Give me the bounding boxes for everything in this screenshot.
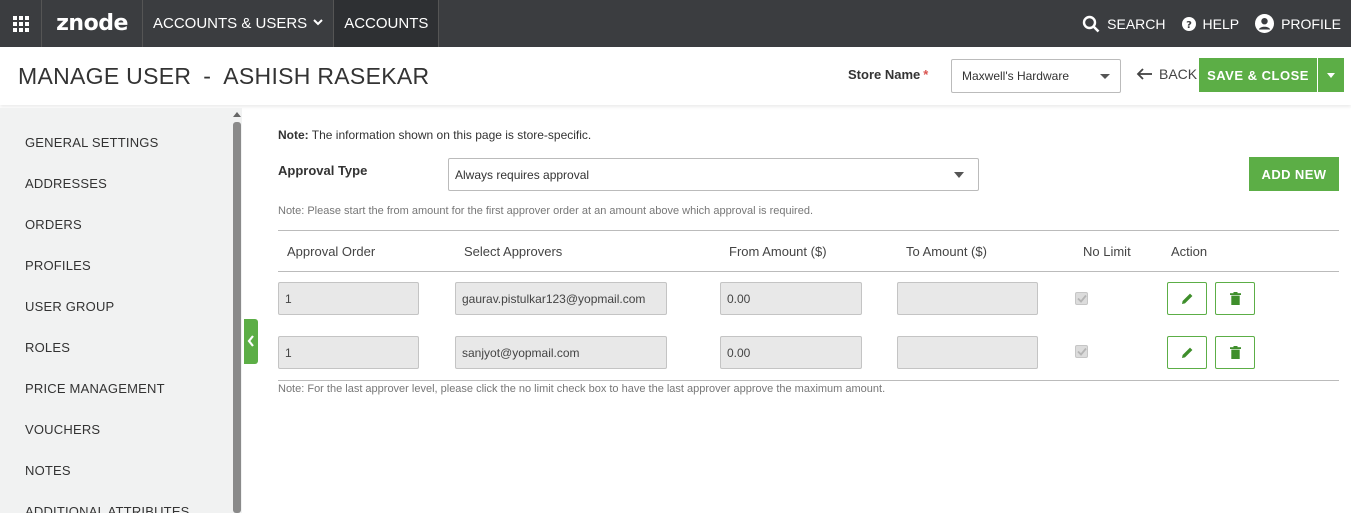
trash-icon (1229, 346, 1241, 359)
sidebar-item-roles[interactable]: ROLES (25, 340, 70, 355)
sidebar: GENERAL SETTINGS ADDRESSES ORDERS PROFIL… (0, 108, 232, 513)
approval-type-value: Always requires approval (455, 167, 590, 182)
svg-text:?: ? (1186, 20, 1192, 31)
search-icon (1082, 15, 1100, 33)
sidebar-item-addresses[interactable]: ADDRESSES (25, 176, 107, 191)
column-header-select-approvers: Select Approvers (464, 244, 563, 259)
approval-order-input[interactable]: 1 (278, 282, 419, 315)
save-options-dropdown-button[interactable] (1318, 58, 1344, 92)
last-approver-note: Note: For the last approver level, pleas… (278, 383, 886, 395)
table-top-border (278, 230, 1339, 231)
note-text: The information shown on this page is st… (311, 128, 592, 142)
nav-accounts-label: ACCOUNTS (344, 15, 429, 32)
add-new-button[interactable]: ADD NEW (1249, 157, 1339, 191)
nav-right-links: SEARCH ? HELP PROFILE (1066, 0, 1351, 47)
top-navigation-bar: znode ACCOUNTS & USERS ACCOUNTS SEARCH ?… (0, 0, 1351, 47)
sidebar-item-orders[interactable]: ORDERS (25, 217, 82, 232)
help-link[interactable]: ? HELP (1181, 15, 1240, 32)
column-header-approval-order: Approval Order (287, 244, 376, 259)
page-title: MANAGE USER - ASHISH RASEKAR (18, 63, 429, 90)
no-limit-checkbox[interactable] (1075, 345, 1088, 358)
arrow-left-icon (1136, 68, 1153, 80)
store-name-label-text: Store Name (848, 67, 921, 82)
store-name-label: Store Name * (848, 67, 928, 82)
user-icon (1255, 14, 1275, 33)
search-label: SEARCH (1107, 15, 1166, 32)
store-name-select[interactable]: Maxwell's Hardware (951, 59, 1121, 93)
sidebar-item-vouchers[interactable]: VOUCHERS (25, 422, 100, 437)
sidebar-item-profiles[interactable]: PROFILES (25, 258, 91, 273)
page-title-separator: - (203, 63, 212, 89)
table-header-border (278, 271, 1339, 272)
page-title-prefix: MANAGE USER (18, 63, 192, 89)
back-button[interactable]: BACK (1136, 66, 1197, 82)
sidebar-scroll-thumb[interactable] (233, 122, 241, 513)
caret-down-icon (1327, 72, 1335, 78)
sidebar-item-additional-attributes[interactable]: ADDITIONAL ATTRIBUTES (25, 504, 190, 513)
trash-icon (1229, 292, 1241, 305)
approval-order-input[interactable]: 1 (278, 336, 419, 369)
sidebar-item-notes[interactable]: NOTES (25, 463, 71, 478)
note-prefix: Note: (278, 128, 309, 142)
column-header-to-amount: To Amount ($) (906, 244, 987, 259)
caret-down-icon (1100, 74, 1110, 79)
no-limit-checkbox[interactable] (1075, 292, 1088, 305)
page-header: MANAGE USER - ASHISH RASEKAR Store Name * M… (0, 47, 1351, 105)
to-amount-input[interactable] (897, 282, 1038, 315)
sidebar-scrollbar[interactable] (232, 108, 242, 513)
required-marker: * (923, 67, 929, 82)
from-amount-input[interactable]: 0.00 (720, 336, 862, 369)
checkmark-icon (1076, 347, 1087, 356)
nav-accounts-users[interactable]: ACCOUNTS & USERS (143, 0, 335, 47)
store-specific-note: Note: The information shown on this page… (278, 128, 591, 142)
column-header-from-amount: From Amount ($) (729, 244, 827, 259)
page-title-user-name: ASHISH RASEKAR (223, 63, 430, 89)
checkmark-icon (1076, 294, 1087, 303)
first-approver-note: Note: Please start the from amount for t… (278, 205, 813, 217)
help-label: HELP (1202, 15, 1240, 32)
to-amount-input[interactable] (897, 336, 1038, 369)
column-header-action: Action (1171, 244, 1208, 259)
profile-label: PROFILE (1281, 15, 1341, 32)
delete-button[interactable] (1215, 282, 1255, 315)
scroll-up-arrow-icon[interactable] (233, 112, 241, 117)
approval-type-select[interactable]: Always requires approval (448, 158, 979, 191)
znode-logo[interactable]: znode (42, 0, 143, 47)
sidebar-item-price-management[interactable]: PRICE MANAGEMENT (25, 381, 165, 396)
chevron-down-icon (313, 18, 323, 29)
pencil-icon (1181, 293, 1192, 304)
apps-menu-button[interactable] (0, 0, 42, 47)
approval-type-label: Approval Type (278, 163, 368, 178)
chevron-left-icon (247, 334, 255, 350)
from-amount-input[interactable]: 0.00 (720, 282, 862, 315)
caret-down-icon (954, 172, 964, 178)
select-approver-input[interactable]: gaurav.pistulkar123@yopmail.com (455, 282, 667, 315)
nav-accounts[interactable]: ACCOUNTS (334, 0, 440, 47)
sidebar-item-general-settings[interactable]: GENERAL SETTINGS (25, 135, 158, 150)
select-approver-input[interactable]: sanjyot@yopmail.com (455, 336, 667, 369)
edit-button[interactable] (1167, 336, 1207, 369)
nav-accounts-users-label: ACCOUNTS & USERS (153, 15, 308, 32)
table-bottom-border (278, 380, 1339, 381)
column-header-no-limit: No Limit (1083, 244, 1131, 259)
delete-button[interactable] (1215, 336, 1255, 369)
save-close-button[interactable]: SAVE & CLOSE (1199, 58, 1317, 92)
profile-link[interactable]: PROFILE (1255, 14, 1341, 33)
back-label: BACK (1159, 66, 1198, 82)
pencil-icon (1181, 347, 1192, 358)
search-link[interactable]: SEARCH (1082, 15, 1166, 33)
sidebar-item-user-group[interactable]: USER GROUP (25, 299, 114, 314)
edit-button[interactable] (1167, 282, 1207, 315)
sidebar-collapse-button[interactable] (244, 319, 258, 364)
help-icon: ? (1181, 16, 1196, 31)
store-name-value: Maxwell's Hardware (962, 69, 1069, 83)
grid-icon (12, 15, 29, 32)
